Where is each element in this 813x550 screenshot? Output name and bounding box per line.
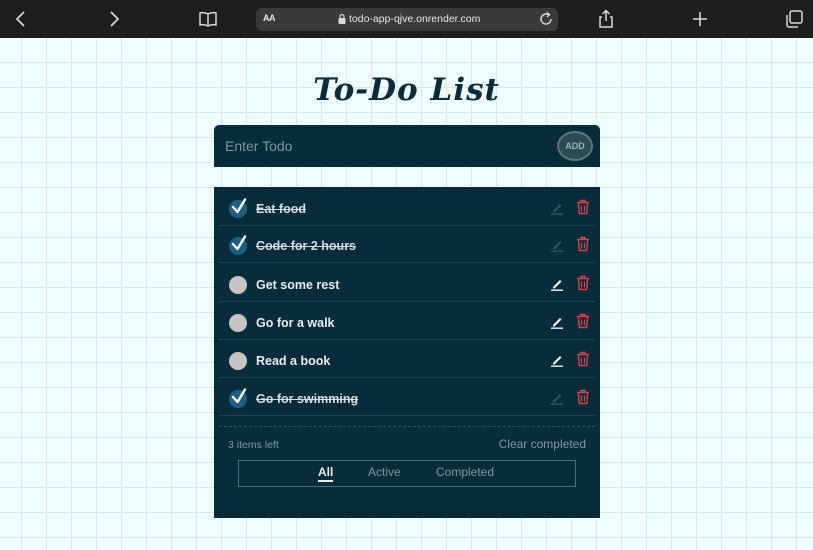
edit-icon — [551, 241, 563, 252]
todo-item: Go for a walk — [219, 307, 595, 340]
bookmarks-icon[interactable] — [198, 9, 218, 29]
address-bar[interactable]: AA todo-app-qjve.onrender.com — [256, 8, 558, 31]
todo-text: Eat food — [256, 202, 306, 216]
lock-icon — [338, 14, 346, 24]
forward-icon[interactable] — [104, 9, 124, 29]
filter-completed[interactable]: Completed — [436, 465, 494, 479]
reload-icon[interactable] — [538, 11, 554, 27]
text-size-button[interactable]: AA — [263, 13, 276, 23]
delete-icon[interactable] — [576, 313, 590, 329]
checkmark-icon — [231, 198, 247, 214]
delete-icon[interactable] — [576, 199, 590, 215]
edit-icon[interactable] — [550, 315, 564, 329]
todo-item: Get some rest — [219, 269, 595, 302]
add-button[interactable]: ADD — [557, 131, 593, 161]
edit-icon — [551, 204, 563, 215]
checkmark-icon — [231, 388, 247, 404]
todo-text: Go for a walk — [256, 316, 335, 330]
delete-icon[interactable] — [576, 275, 590, 291]
todo-item: Eat food — [219, 193, 595, 226]
browser-toolbar: AA todo-app-qjve.onrender.com — [0, 0, 813, 38]
edit-icon[interactable] — [550, 353, 564, 367]
filter-all[interactable]: All — [318, 465, 334, 482]
todo-item: Code for 2 hours — [219, 230, 595, 263]
checkbox-checked[interactable] — [229, 388, 247, 408]
todo-text: Go for swimming — [256, 392, 359, 406]
new-tab-icon[interactable] — [690, 9, 710, 29]
page-title: To-Do List — [313, 72, 500, 108]
checkmark-icon — [231, 235, 247, 251]
url-text: todo-app-qjve.onrender.com — [349, 13, 481, 25]
checkbox-unchecked[interactable] — [229, 314, 247, 332]
edit-icon[interactable] — [550, 277, 564, 291]
todo-item: Go for swimming — [219, 383, 595, 416]
todo-text: Get some rest — [256, 278, 340, 292]
tabs-overview-icon[interactable] — [784, 9, 804, 29]
clear-completed-button[interactable]: Clear completed — [499, 437, 586, 451]
filter-active[interactable]: Active — [368, 465, 401, 479]
todo-input[interactable] — [214, 125, 554, 167]
todo-text: Code for 2 hours — [256, 239, 357, 253]
items-left-count: 3 items left — [228, 439, 279, 451]
edit-icon — [551, 394, 563, 405]
todo-item: Read a book — [219, 345, 595, 378]
divider — [219, 426, 595, 427]
share-icon[interactable] — [596, 9, 616, 29]
delete-icon[interactable] — [576, 351, 590, 367]
delete-icon[interactable] — [576, 389, 590, 405]
checkbox-unchecked[interactable] — [229, 276, 247, 294]
back-icon[interactable] — [11, 9, 31, 29]
checkbox-unchecked[interactable] — [229, 352, 247, 370]
checkbox-checked[interactable] — [229, 198, 247, 218]
checkbox-checked[interactable] — [229, 235, 247, 255]
delete-icon[interactable] — [576, 236, 590, 252]
filter-bar: All Active Completed — [238, 460, 576, 487]
todo-input-bar: ADD — [214, 125, 600, 167]
todo-panel: Eat food Code for 2 hours Get some rest Go … — [214, 187, 600, 518]
todo-text: Read a book — [256, 354, 331, 368]
